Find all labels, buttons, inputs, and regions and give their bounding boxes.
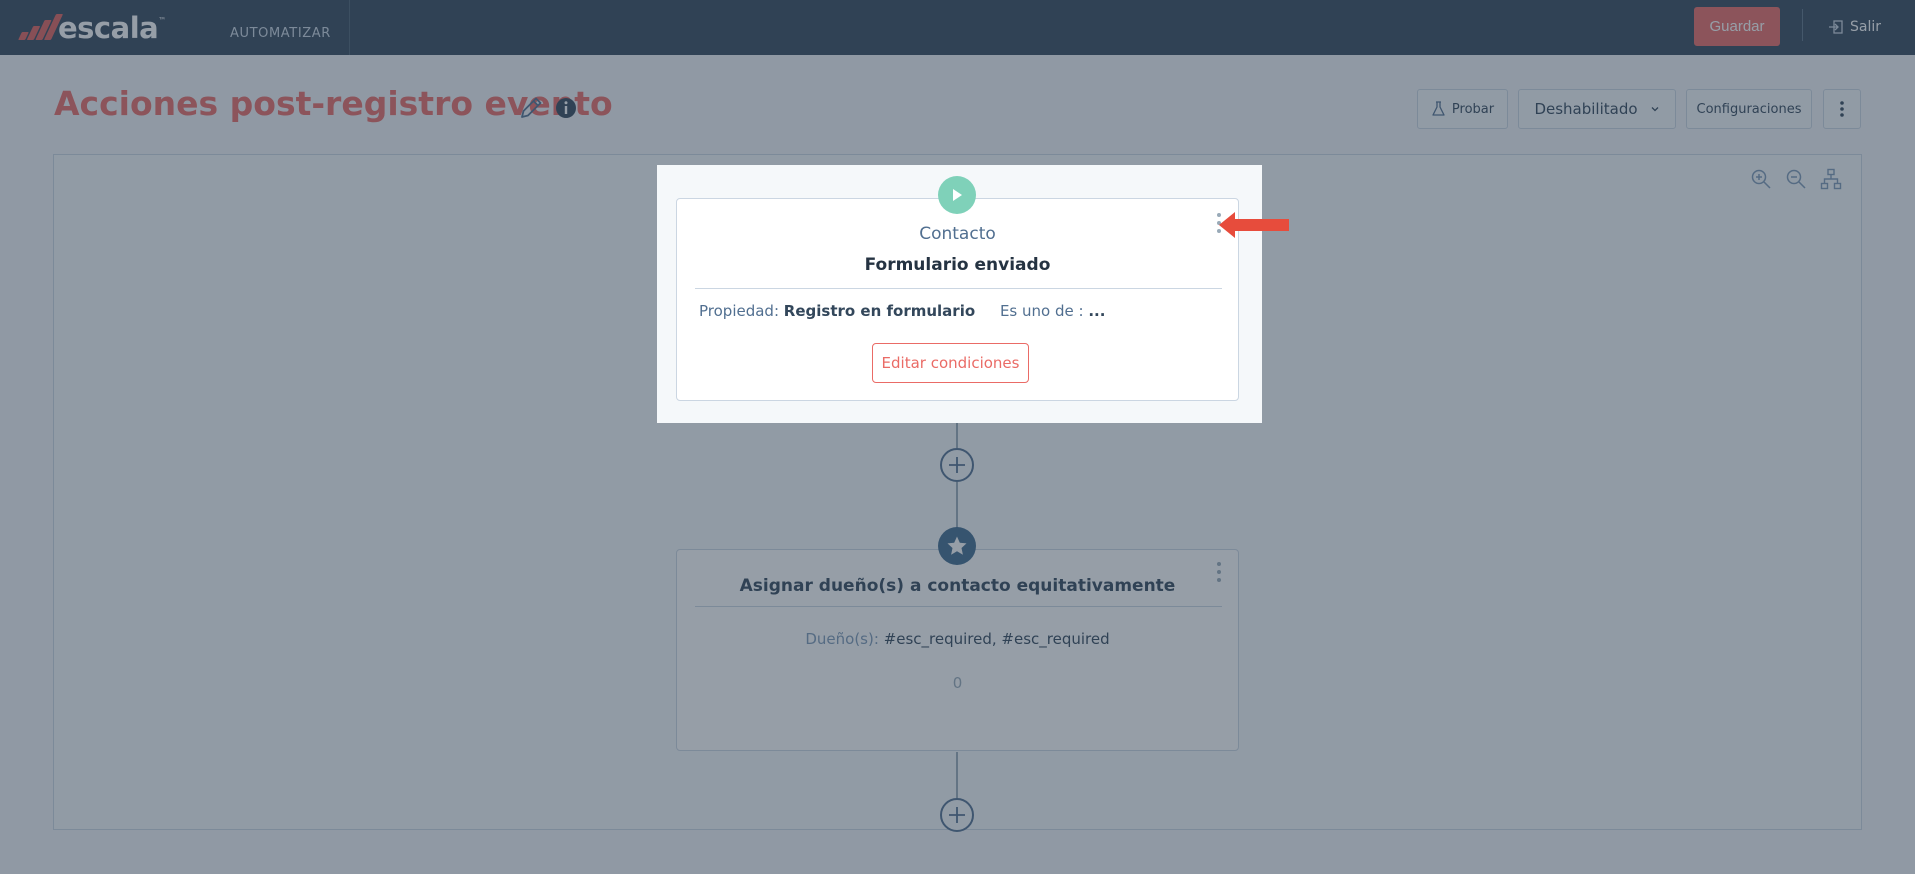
trigger-play-icon xyxy=(938,176,976,214)
trigger-title: Formulario enviado xyxy=(864,255,1051,275)
trigger-object: Contacto xyxy=(919,224,996,244)
property-key: Propiedad: xyxy=(699,302,780,320)
pointer-arrow-icon xyxy=(1219,212,1289,238)
operator-value: ... xyxy=(1088,302,1106,320)
card-divider xyxy=(695,288,1222,289)
tour-overlay xyxy=(0,0,1915,874)
property-value: Registro en formulario xyxy=(783,302,976,320)
edit-conditions-button[interactable]: Editar condiciones xyxy=(872,343,1029,383)
operator-key: Es uno de : xyxy=(999,302,1084,320)
trigger-condition: Propiedad: Registro en formulario Es uno… xyxy=(699,302,1105,320)
